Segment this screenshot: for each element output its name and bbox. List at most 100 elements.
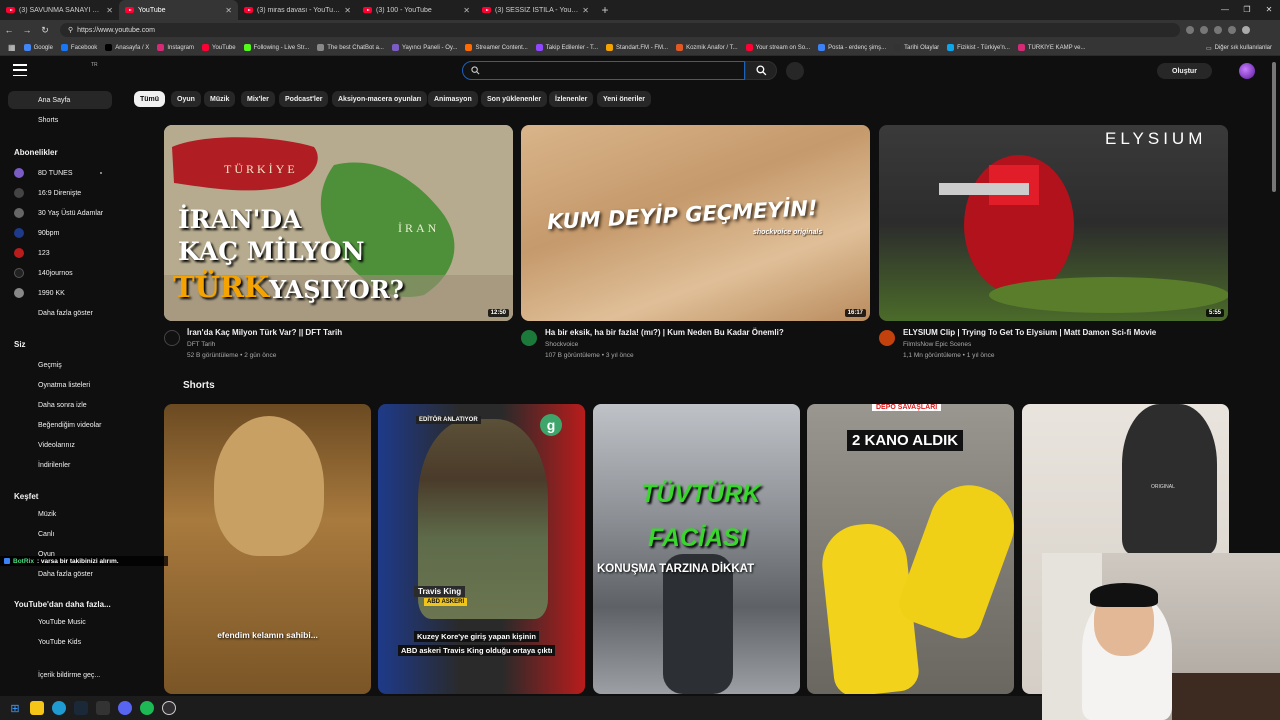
extension-icon[interactable] bbox=[1214, 26, 1222, 34]
reload-icon[interactable]: ↻ bbox=[36, 25, 54, 36]
short-thumbnail[interactable]: TÜVTÜRK FACİASI KONUŞMA TARZINA DİKKAT bbox=[593, 404, 800, 694]
bookmark-item[interactable]: YouTube bbox=[198, 44, 240, 51]
site-info-icon[interactable]: ⚲ bbox=[68, 26, 73, 34]
subscription-item[interactable]: 30 Yaş Üstü Adamlar bbox=[8, 204, 112, 222]
url-field[interactable]: ⚲ https://www.youtube.com bbox=[60, 23, 1180, 37]
discord-icon[interactable] bbox=[118, 701, 132, 715]
create-button[interactable]: Oluştur bbox=[1157, 63, 1212, 79]
sidebar-item-youtube-kids[interactable]: YouTube Kids bbox=[8, 633, 112, 651]
subscription-item[interactable]: 90bpm bbox=[8, 224, 112, 242]
sidebar-item-shorts[interactable]: Shorts bbox=[8, 111, 112, 129]
subscription-item[interactable]: 8D TUNES bbox=[8, 164, 112, 182]
sidebar-item-liked[interactable]: Beğendiğim videolar bbox=[8, 416, 112, 434]
chip-watched[interactable]: İzlenenler bbox=[549, 91, 594, 107]
other-bookmarks-folder[interactable]: ▭ Diğer sık kullanılanlar bbox=[1206, 40, 1272, 56]
chip-mixes[interactable]: Mix'ler bbox=[241, 91, 275, 107]
apps-icon[interactable]: ▦ bbox=[4, 43, 20, 52]
close-icon[interactable]: ✕ bbox=[106, 6, 113, 15]
chip-music[interactable]: Müzik bbox=[204, 91, 236, 107]
hamburger-menu-icon[interactable] bbox=[13, 64, 27, 76]
edge-browser-icon[interactable] bbox=[52, 701, 66, 715]
channel-avatar[interactable] bbox=[164, 330, 180, 346]
channel-name[interactable]: Shockvoice bbox=[545, 341, 578, 348]
bookmark-item[interactable]: TÜRKİYE KAMP ve... bbox=[1014, 44, 1090, 51]
sidebar-item-home[interactable]: Ana Sayfa bbox=[8, 91, 112, 109]
app-icon[interactable] bbox=[96, 701, 110, 715]
sidebar-item-music[interactable]: Müzik bbox=[8, 505, 112, 523]
sidebar-item-watch-later[interactable]: Daha sonra izle bbox=[8, 396, 112, 414]
bookmark-item[interactable]: The best ChatBot a... bbox=[313, 44, 388, 51]
bookmark-item[interactable]: Tarihi Olaylar bbox=[890, 44, 943, 51]
scrollbar-thumb[interactable] bbox=[1272, 62, 1276, 192]
obs-icon[interactable] bbox=[162, 701, 176, 715]
chip-animation[interactable]: Animasyon bbox=[428, 91, 478, 107]
you-header[interactable]: Siz bbox=[14, 340, 26, 349]
sidebar-item-live[interactable]: Canlı bbox=[8, 525, 112, 543]
subscription-item[interactable]: 16:9 Direnişte bbox=[8, 184, 112, 202]
close-icon[interactable]: ✕ bbox=[344, 6, 351, 15]
sidebar-item-report[interactable]: İçerik bildirme geç... bbox=[8, 666, 112, 684]
new-tab-button[interactable]: + bbox=[595, 0, 615, 20]
bookmark-item[interactable]: Kozmik Anafor / T... bbox=[672, 44, 742, 51]
file-explorer-icon[interactable] bbox=[30, 701, 44, 715]
bookmark-item[interactable]: Fizikist - Türkiye'n... bbox=[943, 44, 1014, 51]
search-input[interactable] bbox=[486, 65, 726, 76]
forward-icon[interactable]: → bbox=[18, 25, 36, 35]
subscription-item[interactable]: 123 bbox=[8, 244, 112, 262]
browser-tab-active[interactable]: YouTube ✕ bbox=[119, 0, 238, 20]
video-title[interactable]: ELYSIUM Clip | Trying To Get To Elysium … bbox=[903, 328, 1156, 337]
bookmark-item[interactable]: Google bbox=[20, 44, 57, 51]
subscription-item[interactable]: 140journos bbox=[8, 264, 112, 282]
bookmark-item[interactable]: Facebook bbox=[57, 44, 101, 51]
extension-icon[interactable] bbox=[1228, 26, 1236, 34]
show-more-button[interactable]: Daha fazla göster bbox=[8, 304, 112, 322]
sidebar-item-history[interactable]: Geçmiş bbox=[8, 356, 112, 374]
video-title[interactable]: Ha bir eksik, ha bir fazla! (mı?) | Kum … bbox=[545, 328, 784, 337]
browser-tab[interactable]: (3) miras davası - YouTube ✕ bbox=[238, 0, 357, 20]
browser-tab[interactable]: (3) 100 - YouTube ✕ bbox=[357, 0, 476, 20]
subscription-item[interactable]: 1990 KK bbox=[8, 284, 112, 302]
bookmark-item[interactable]: Instagram bbox=[153, 44, 198, 51]
browser-tab[interactable]: (3) SESSİZ İSTİLA - YouTube ✕ bbox=[476, 0, 595, 20]
extension-icon[interactable] bbox=[1186, 26, 1194, 34]
browser-tab[interactable]: (3) SAVUNMA SANAYİ UZMANI, E✕ bbox=[0, 0, 119, 20]
short-thumbnail[interactable]: efendim kelamın sahibi... bbox=[164, 404, 371, 694]
bookmark-item[interactable]: Anasayfa / X bbox=[101, 44, 153, 51]
search-button[interactable] bbox=[745, 61, 777, 80]
extension-icon[interactable] bbox=[1200, 26, 1208, 34]
search-box[interactable] bbox=[462, 61, 745, 80]
close-icon[interactable]: ✕ bbox=[582, 6, 589, 15]
close-icon[interactable]: ✕ bbox=[463, 6, 470, 15]
sidebar-item-playlists[interactable]: Oynatma listeleri bbox=[8, 376, 112, 394]
maximize-icon[interactable]: ❐ bbox=[1236, 0, 1258, 20]
bookmark-item[interactable]: Streamer Content... bbox=[461, 44, 531, 51]
subscriptions-header[interactable]: Abonelikler bbox=[14, 148, 58, 157]
chip-podcasts[interactable]: Podcast'ler bbox=[279, 91, 329, 107]
explore-show-more-button[interactable]: Daha fazla göster bbox=[8, 565, 112, 583]
video-title[interactable]: İran'da Kaç Milyon Türk Var? || DFT Tari… bbox=[187, 328, 342, 337]
bookmark-item[interactable]: Standart.FM - FM... bbox=[602, 44, 672, 51]
voice-search-button[interactable] bbox=[786, 62, 804, 80]
spotify-icon[interactable] bbox=[140, 701, 154, 715]
sidebar-item-downloads[interactable]: İndirilenler bbox=[8, 456, 112, 474]
bookmark-item[interactable]: Yayıncı Paneli - Oy... bbox=[388, 44, 461, 51]
chip-action-adventure[interactable]: Aksiyon-macera oyunları bbox=[332, 91, 428, 107]
chip-gaming[interactable]: Oyun bbox=[171, 91, 201, 107]
back-icon[interactable]: ← bbox=[0, 25, 18, 35]
short-thumbnail[interactable]: EDİTÖR ANLATIYOR g Travis King ABD ASKER… bbox=[378, 404, 585, 694]
video-thumbnail[interactable]: KUM DEYİP GEÇMEYİN! shockvoice originals… bbox=[521, 125, 870, 321]
close-icon[interactable]: ✕ bbox=[225, 6, 232, 15]
bookmark-item[interactable]: Takip Edilenler - T... bbox=[532, 44, 602, 51]
video-thumbnail[interactable]: ELYSIUM 5:55 bbox=[879, 125, 1228, 321]
bookmark-item[interactable]: Following - Live Str... bbox=[240, 44, 314, 51]
channel-name[interactable]: FilmIsNow Epic Scenes bbox=[903, 341, 971, 348]
profile-icon[interactable] bbox=[1242, 26, 1250, 34]
chip-new-to-you[interactable]: Yeni öneriler bbox=[597, 91, 652, 107]
minimize-icon[interactable]: — bbox=[1214, 0, 1236, 20]
sidebar-item-youtube-music[interactable]: YouTube Music bbox=[8, 613, 112, 631]
chip-recently-uploaded[interactable]: Son yüklenenler bbox=[481, 91, 548, 107]
short-thumbnail[interactable]: DEPO SAVAŞLARI 2 KANO ALDIK bbox=[807, 404, 1014, 694]
windows-start-icon[interactable]: ⊞ bbox=[8, 701, 22, 715]
video-thumbnail[interactable]: TÜRKİYE İRAN İRAN'DA KAÇ MİLYON TÜRK YAŞ… bbox=[164, 125, 513, 321]
channel-avatar[interactable] bbox=[879, 330, 895, 346]
